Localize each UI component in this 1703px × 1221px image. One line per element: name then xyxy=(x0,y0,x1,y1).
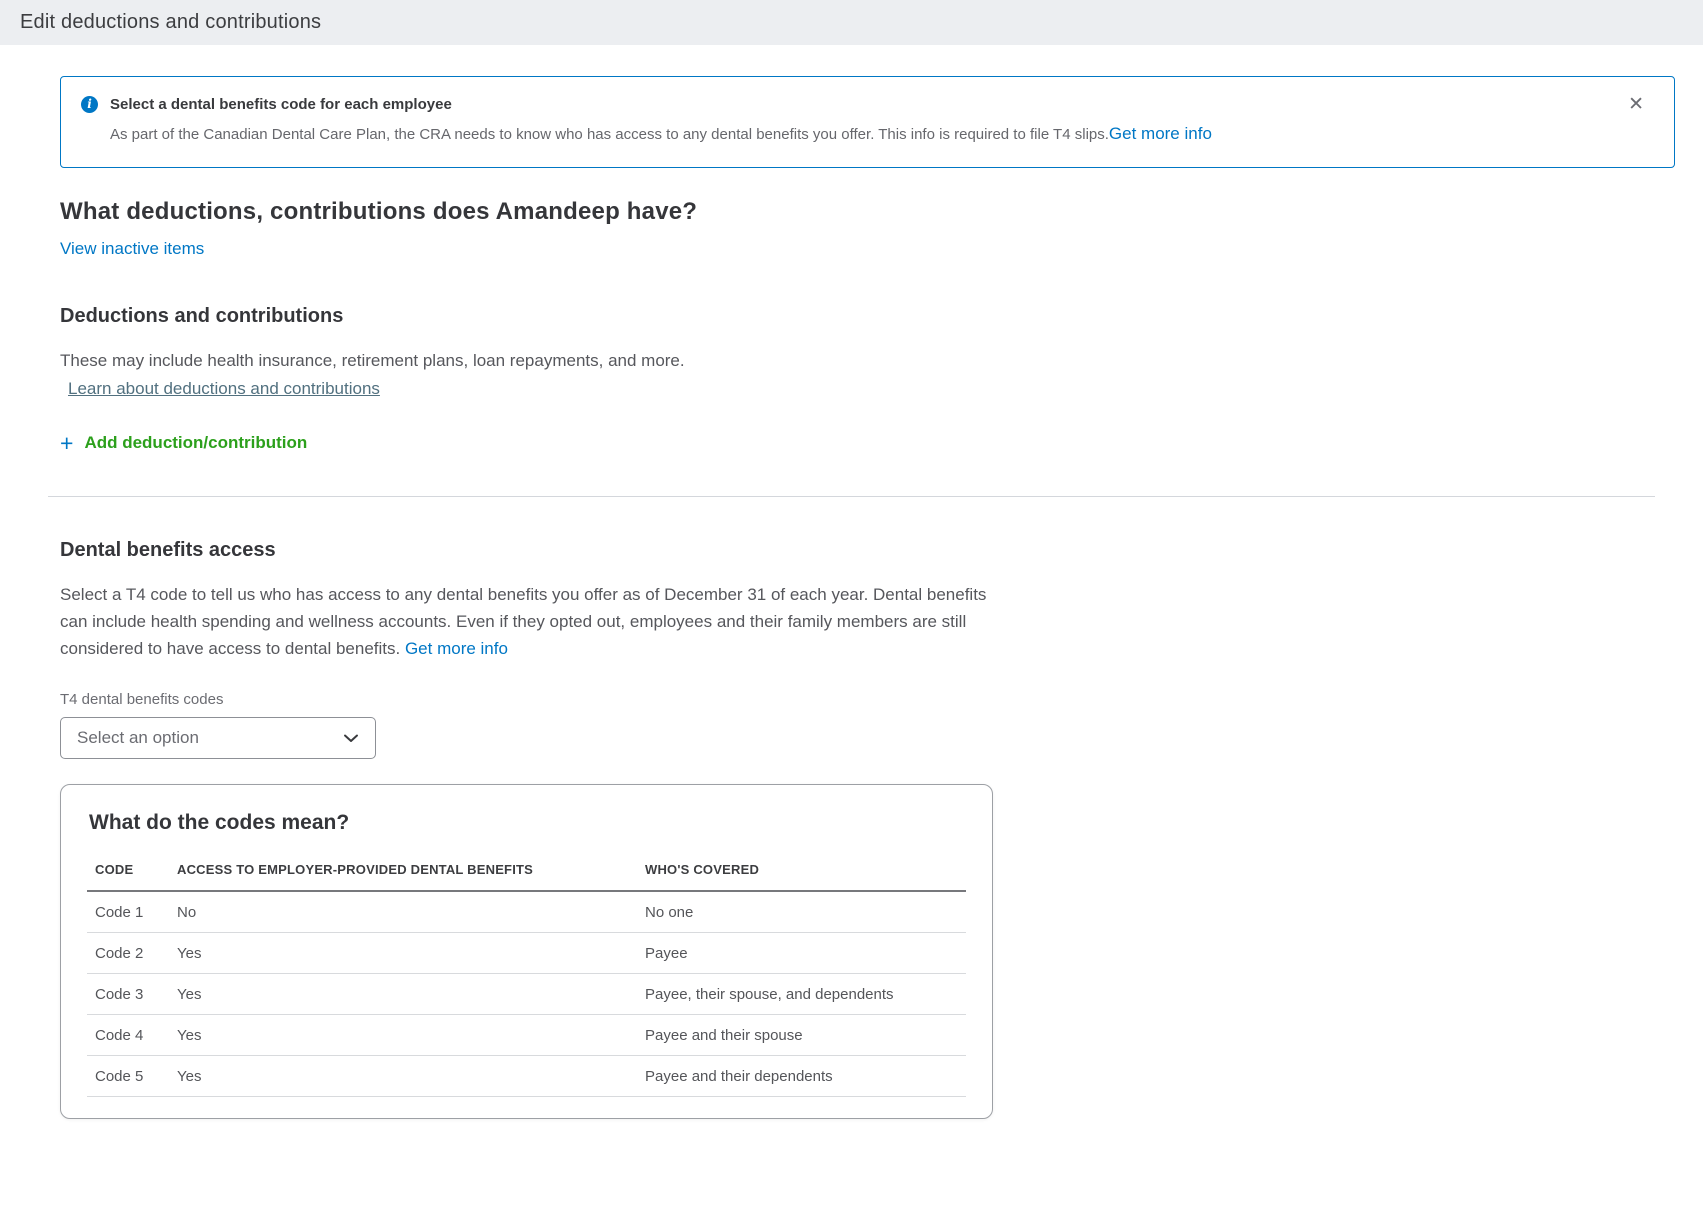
table-cell: Payee, their spouse, and dependents xyxy=(645,974,966,1015)
codes-meaning-card: What do the codes mean? CODE ACCESS TO E… xyxy=(60,784,993,1119)
banner-body: As part of the Canadian Dental Care Plan… xyxy=(110,123,1654,146)
dental-code-info-banner: i Select a dental benefits code for each… xyxy=(60,76,1675,168)
table-cell: Code 3 xyxy=(87,974,177,1015)
page-title: Edit deductions and contributions xyxy=(20,11,321,34)
page-header: Edit deductions and contributions xyxy=(0,0,1703,45)
column-header-code: CODE xyxy=(87,862,177,891)
get-more-info-link[interactable]: Get more info xyxy=(1109,124,1212,143)
table-cell: No one xyxy=(645,891,966,933)
table-cell: No xyxy=(177,891,645,933)
codes-table-head: CODE ACCESS TO EMPLOYER-PROVIDED DENTAL … xyxy=(87,862,966,891)
banner-title: Select a dental benefits code for each e… xyxy=(110,96,452,113)
table-row: Code 5YesPayee and their dependents xyxy=(87,1056,966,1097)
add-deduction-button[interactable]: + Add deduction/contribution xyxy=(60,433,307,453)
table-row: Code 3YesPayee, their spouse, and depend… xyxy=(87,974,966,1015)
t4-codes-select[interactable]: Select an option xyxy=(60,717,376,759)
table-row: Code 2YesPayee xyxy=(87,933,966,974)
chevron-down-icon xyxy=(342,729,360,747)
view-inactive-items-link[interactable]: View inactive items xyxy=(60,239,204,259)
t4-codes-select-value: Select an option xyxy=(77,728,199,748)
table-cell: Yes xyxy=(177,974,645,1015)
dental-description: Select a T4 code to tell us who has acce… xyxy=(60,581,1008,662)
codes-card-heading: What do the codes mean? xyxy=(89,811,966,835)
t4-codes-field-label: T4 dental benefits codes xyxy=(60,691,1675,708)
table-cell: Payee xyxy=(645,933,966,974)
employee-deductions-heading: What deductions, contributions does Aman… xyxy=(60,198,1675,226)
table-cell: Yes xyxy=(177,1056,645,1097)
codes-table-body: Code 1NoNo oneCode 2YesPayeeCode 3YesPay… xyxy=(87,891,966,1097)
get-more-info-link-dental[interactable]: Get more info xyxy=(405,639,508,658)
section-divider xyxy=(48,496,1655,497)
deductions-section-heading: Deductions and contributions xyxy=(60,305,1675,328)
table-cell: Yes xyxy=(177,933,645,974)
table-cell: Code 4 xyxy=(87,1015,177,1056)
table-cell: Code 2 xyxy=(87,933,177,974)
table-cell: Payee and their spouse xyxy=(645,1015,966,1056)
table-row: Code 4YesPayee and their spouse xyxy=(87,1015,966,1056)
table-row: Code 1NoNo one xyxy=(87,891,966,933)
deductions-description: These may include health insurance, reti… xyxy=(60,347,1675,374)
add-deduction-label: Add deduction/contribution xyxy=(84,433,307,453)
info-icon: i xyxy=(81,96,98,113)
table-cell: Code 5 xyxy=(87,1056,177,1097)
table-cell: Payee and their dependents xyxy=(645,1056,966,1097)
codes-table-header-row: CODE ACCESS TO EMPLOYER-PROVIDED DENTAL … xyxy=(87,862,966,891)
column-header-covered: WHO'S COVERED xyxy=(645,862,966,891)
learn-about-deductions-link[interactable]: Learn about deductions and contributions xyxy=(68,379,380,399)
dental-section-heading: Dental benefits access xyxy=(60,539,1675,562)
column-header-access: ACCESS TO EMPLOYER-PROVIDED DENTAL BENEF… xyxy=(177,862,645,891)
plus-icon: + xyxy=(60,433,73,453)
dental-description-text: Select a T4 code to tell us who has acce… xyxy=(60,585,986,658)
table-cell: Yes xyxy=(177,1015,645,1056)
table-cell: Code 1 xyxy=(87,891,177,933)
banner-title-row: i Select a dental benefits code for each… xyxy=(81,96,1654,113)
close-icon[interactable]: ✕ xyxy=(1628,95,1644,114)
main-content: i Select a dental benefits code for each… xyxy=(60,76,1675,1119)
codes-table: CODE ACCESS TO EMPLOYER-PROVIDED DENTAL … xyxy=(87,862,966,1097)
banner-body-text: As part of the Canadian Dental Care Plan… xyxy=(110,126,1109,143)
